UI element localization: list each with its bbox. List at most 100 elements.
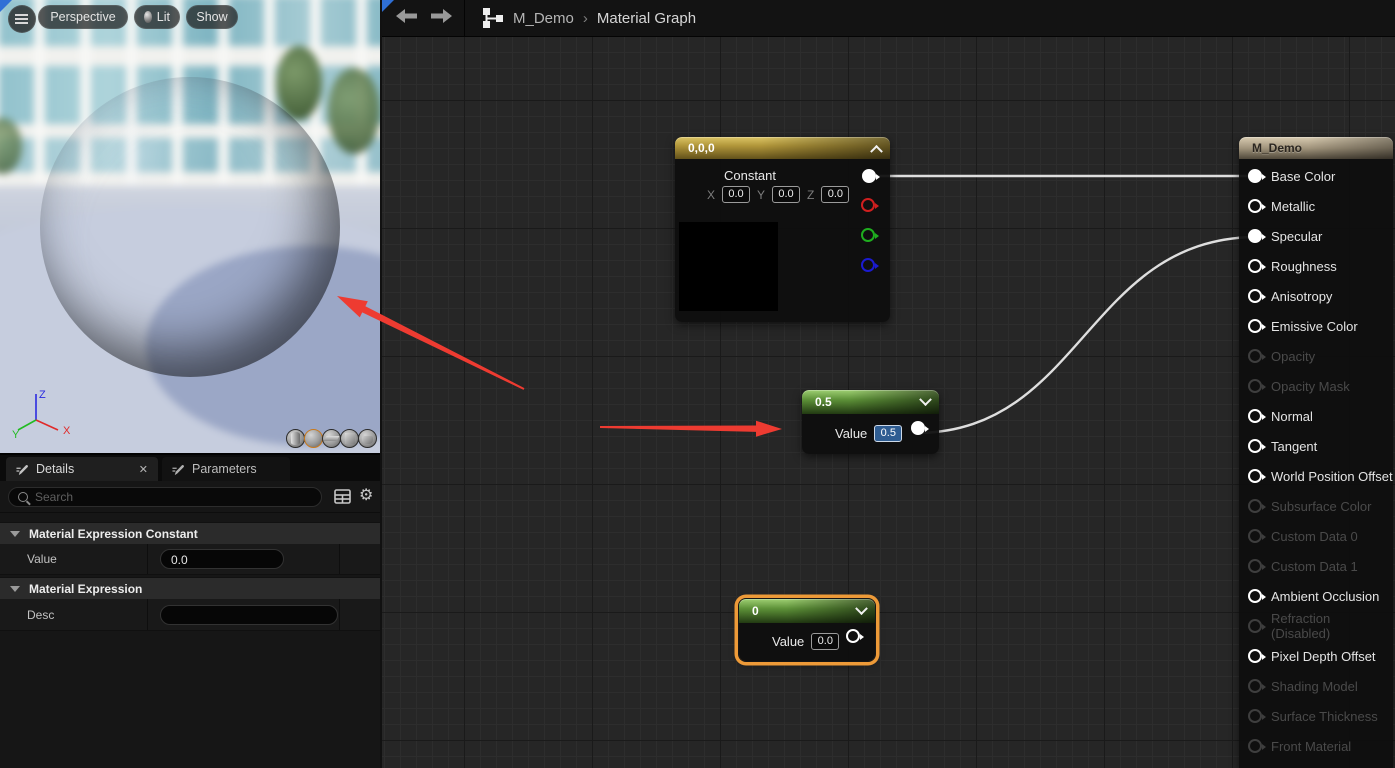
material-pin-row[interactable]: Metallic	[1248, 191, 1393, 221]
material-pin-row[interactable]: Tangent	[1248, 431, 1393, 461]
search-input[interactable]: Search	[8, 487, 322, 507]
breadcrumb-current[interactable]: Material Graph	[597, 10, 696, 27]
material-input-pin[interactable]	[1248, 649, 1262, 663]
collapse-chevron-up-icon[interactable]	[870, 144, 883, 157]
material-input-pin[interactable]	[1248, 589, 1262, 603]
material-input-pin[interactable]	[1248, 439, 1262, 453]
details-panel: Details ✕ Parameters Search	[0, 455, 380, 768]
material-input-pin[interactable]	[1248, 259, 1262, 273]
material-pin-row[interactable]: Subsurface Color	[1248, 491, 1393, 521]
material-pin-row[interactable]: Pixel Depth Offset	[1248, 641, 1393, 671]
material-pin-label: World Position Offset	[1271, 469, 1393, 484]
material-pin-row[interactable]: Surface Thickness	[1248, 701, 1393, 731]
material-input-pin[interactable]	[1248, 739, 1262, 753]
result-node[interactable]: M_Demo Base Color Metallic	[1239, 137, 1393, 768]
constant-xyz-fields: X 0.0 Y 0.0 Z 0.0	[707, 186, 849, 203]
half-value-input[interactable]: 0.5	[874, 425, 902, 442]
material-pin-row[interactable]: Refraction (Disabled)	[1248, 611, 1393, 641]
material-input-pin[interactable]	[1248, 469, 1262, 483]
material-input-pin[interactable]	[1248, 409, 1262, 423]
material-pin-row[interactable]: Ambient Occlusion	[1248, 581, 1393, 611]
axis-field-input[interactable]: 0.0	[772, 186, 800, 203]
material-pin-row[interactable]: Front Material	[1248, 731, 1393, 761]
breadcrumb-root[interactable]: M_Demo	[513, 10, 574, 27]
lit-mode-button[interactable]: Lit	[134, 5, 180, 29]
result-node-header[interactable]: M_Demo	[1239, 137, 1393, 159]
constant-output-pin-rgb[interactable]	[862, 169, 876, 183]
cylinder-mesh-button[interactable]	[286, 429, 305, 448]
plane-mesh-button[interactable]	[322, 429, 341, 448]
material-pin-row[interactable]: Shading Model	[1248, 671, 1393, 701]
constant-output-pin-b[interactable]	[861, 258, 875, 272]
wire-half-to-specular[interactable]	[919, 237, 1254, 433]
constant3-node[interactable]: 0,0,0 Constant X 0.0 Y 0.0 Z 0.0	[675, 137, 890, 322]
axis-field-input[interactable]: 0.0	[821, 186, 849, 203]
material-pin-label: Refraction (Disabled)	[1271, 611, 1393, 641]
material-pin-label: Opacity	[1271, 349, 1315, 364]
value-property-input[interactable]: 0.0	[160, 549, 284, 569]
settings-gear-icon[interactable]: ⚙	[359, 485, 373, 505]
material-pin-row[interactable]: Emissive Color	[1248, 311, 1393, 341]
zero-value-input[interactable]: 0.0	[811, 633, 839, 650]
show-button[interactable]: Show	[186, 5, 238, 29]
material-graph-panel[interactable]: 0,0,0 Constant X 0.0 Y 0.0 Z 0.0	[382, 0, 1395, 768]
constant3-node-header[interactable]: 0,0,0	[675, 137, 890, 159]
cube-mesh-button[interactable]	[340, 429, 359, 448]
tab-details[interactable]: Details ✕	[6, 457, 158, 481]
preview-sphere[interactable]	[40, 77, 340, 377]
material-input-pin[interactable]	[1248, 319, 1262, 333]
material-input-pin[interactable]	[1248, 289, 1262, 303]
section-collapse-icon	[10, 586, 20, 592]
zero-output-pin[interactable]	[846, 629, 860, 643]
constant3-node-title: 0,0,0	[688, 141, 715, 155]
sphere-mesh-button[interactable]	[304, 429, 323, 448]
material-pin-row[interactable]: Normal	[1248, 401, 1393, 431]
desc-property-input[interactable]	[160, 605, 338, 625]
back-button[interactable]	[390, 9, 424, 28]
material-input-pin[interactable]	[1248, 349, 1262, 363]
material-pin-row[interactable]: Anisotropy	[1248, 281, 1393, 311]
tab-close-icon[interactable]: ✕	[139, 463, 148, 476]
viewport-menu-button[interactable]	[8, 5, 36, 33]
material-input-pin[interactable]	[1248, 619, 1262, 633]
material-pin-row[interactable]: Base Color	[1248, 161, 1393, 191]
teapot-mesh-button[interactable]	[358, 429, 377, 448]
material-input-pin[interactable]	[1248, 709, 1262, 723]
axis-field-input[interactable]: 0.0	[722, 186, 750, 203]
material-pin-label: Custom Data 1	[1271, 559, 1358, 574]
material-pin-row[interactable]: Specular	[1248, 221, 1393, 251]
material-pin-row[interactable]: Opacity Mask	[1248, 371, 1393, 401]
material-input-pin[interactable]	[1248, 679, 1262, 693]
constant-output-pin-r[interactable]	[861, 198, 875, 212]
preview-viewport[interactable]: Perspective Lit Show Z X Y	[0, 0, 380, 455]
material-input-pin[interactable]	[1248, 529, 1262, 543]
material-input-pin[interactable]	[1248, 379, 1262, 393]
material-pin-label: Emissive Color	[1271, 319, 1358, 334]
material-input-pin[interactable]	[1248, 559, 1262, 573]
zero-node-header[interactable]: 0	[739, 599, 875, 623]
section-material-expression-constant[interactable]: Material Expression Constant	[0, 522, 380, 545]
material-pin-label: Surface Thickness	[1271, 709, 1378, 724]
constant-color-preview	[679, 222, 778, 311]
material-pin-row[interactable]: World Position Offset	[1248, 461, 1393, 491]
zero-constant-node[interactable]: 0 Value 0.0	[739, 599, 875, 661]
material-input-pin[interactable]	[1248, 199, 1262, 213]
perspective-button[interactable]: Perspective	[38, 5, 128, 29]
display-filter-icon[interactable]	[334, 488, 351, 505]
half-constant-node[interactable]: 0.5 Value 0.5	[802, 390, 939, 454]
half-output-pin[interactable]	[911, 421, 925, 435]
material-pin-row[interactable]: Custom Data 0	[1248, 521, 1393, 551]
collapse-chevron-down-icon[interactable]	[855, 602, 868, 615]
material-pin-row[interactable]: Custom Data 1	[1248, 551, 1393, 581]
collapse-chevron-down-icon[interactable]	[919, 393, 932, 406]
forward-button[interactable]	[424, 9, 458, 28]
material-input-pin[interactable]	[1248, 229, 1262, 243]
half-node-header[interactable]: 0.5	[802, 390, 939, 414]
tab-parameters[interactable]: Parameters	[162, 457, 290, 481]
material-pin-row[interactable]: Roughness	[1248, 251, 1393, 281]
material-input-pin[interactable]	[1248, 499, 1262, 513]
material-input-pin[interactable]	[1248, 169, 1262, 183]
constant-output-pin-g[interactable]	[861, 228, 875, 242]
material-pin-row[interactable]: Opacity	[1248, 341, 1393, 371]
section-material-expression[interactable]: Material Expression	[0, 577, 380, 600]
